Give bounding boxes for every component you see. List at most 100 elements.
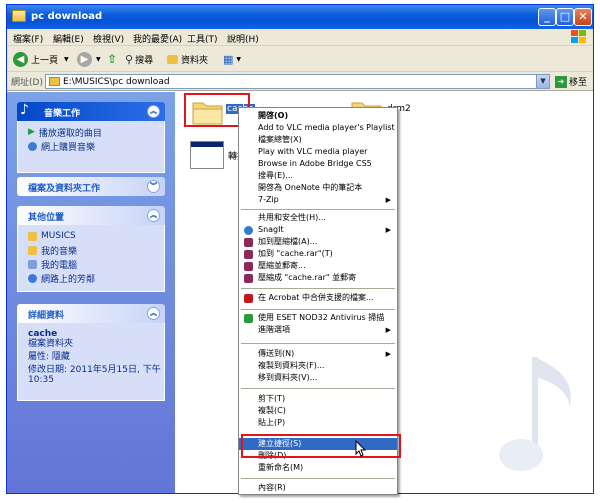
menu-item-send-to[interactable]: 傳送到(N) ▶ <box>239 348 397 360</box>
menu-favorites[interactable]: 我的最愛(A) <box>133 32 182 45</box>
menu-item-add-archive[interactable]: 加到壓縮檔(A)... <box>239 236 397 248</box>
place-label: MUSICS <box>41 231 76 241</box>
annotation-box-create-shortcut <box>241 434 401 458</box>
place-network[interactable]: 網路上的芳鄰 <box>28 271 164 285</box>
menu-file[interactable]: 檔案(F) <box>13 32 43 45</box>
forward-dropdown-icon[interactable]: ▼ <box>96 56 101 63</box>
menu-item-copy-to[interactable]: 複製到資料夾(F)... <box>239 360 397 372</box>
menu-item-compress-rar-email[interactable]: 壓縮成 "cache.rar" 並郵寄 <box>239 272 397 284</box>
menu-item-onenote[interactable]: 開啓為 OneNote 中的筆記本 <box>239 182 397 194</box>
folder-icon <box>49 77 60 86</box>
place-musics[interactable]: MUSICS <box>28 229 164 243</box>
mouse-cursor-icon <box>355 440 367 457</box>
folder-icon <box>12 10 26 22</box>
file-tasks-header[interactable]: 檔案及資料夾工作 ︾ <box>17 177 165 196</box>
go-arrow-icon: ➜ <box>555 75 567 88</box>
maximize-button[interactable]: □ <box>556 8 574 26</box>
task-buy-music[interactable]: 網上購買音樂 <box>28 139 164 153</box>
close-button[interactable]: ✕ <box>574 8 592 26</box>
up-folder-icon: ⇧ <box>107 52 118 66</box>
menu-item-compress-email[interactable]: 壓縮並郵寄... <box>239 260 397 272</box>
music-folder-icon <box>28 245 37 255</box>
menu-label: 開啓(O) <box>258 111 289 120</box>
acrobat-icon <box>244 294 253 303</box>
views-dropdown-icon: ▼ <box>236 55 242 63</box>
up-folder-button[interactable]: ⇧ <box>107 51 117 67</box>
search-button[interactable]: ⚲ 搜尋 <box>125 51 153 67</box>
menu-label: 複製(C) <box>258 406 286 415</box>
menu-separator <box>241 478 395 479</box>
views-button[interactable]: ▦ ▼ <box>223 51 241 67</box>
music-tasks-title: 音樂工作 <box>44 109 81 119</box>
go-button[interactable]: ➜ 移至 <box>555 75 587 88</box>
back-dropdown-icon[interactable]: ▼ <box>64 56 69 63</box>
menu-tools[interactable]: 工具(T) <box>187 32 218 45</box>
winrar-icon <box>244 238 253 247</box>
menu-item-search[interactable]: 搜尋(E)... <box>239 170 397 182</box>
minimize-button[interactable]: _ <box>538 8 556 26</box>
place-my-music[interactable]: 我的音樂 <box>28 243 164 257</box>
collapse-chevron-icon[interactable]: ︽ <box>147 307 160 320</box>
menu-label: 7-Zip <box>258 195 279 204</box>
details-body: cache 檔案資料夾 屬性: 隱藏 修改日期: 2011年5月15日, 下午 … <box>17 323 165 401</box>
menu-label: 加到 "cache.rar"(T) <box>258 249 333 258</box>
menu-label: 加到壓縮檔(A)... <box>258 237 318 246</box>
forward-arrow-icon: ▶ <box>77 51 92 67</box>
menu-item-add-cache-rar[interactable]: 加到 "cache.rar"(T) <box>239 248 397 260</box>
menu-item-rename[interactable]: 重新命名(M) <box>239 462 397 474</box>
menu-item-snagit[interactable]: SnagIt ▶ <box>239 224 397 236</box>
menu-item-7zip[interactable]: 7-Zip ▶ <box>239 194 397 206</box>
menu-label: 重新命名(M) <box>258 463 304 472</box>
address-input[interactable]: E:\MUSICS\pc download ▼ <box>45 74 550 89</box>
task-play-selected[interactable]: ▶ 播放選取的曲目 <box>28 125 164 139</box>
expand-chevron-icon[interactable]: ︾ <box>147 180 160 193</box>
folders-icon <box>167 54 178 64</box>
menu-item-copy[interactable]: 複製(C) <box>239 405 397 417</box>
details-header[interactable]: 詳細資料 ︽ <box>17 304 165 323</box>
place-label: 網路上的芳鄰 <box>41 274 96 285</box>
menu-label: 檔案總管(X) <box>258 135 302 144</box>
menu-label: 複製到資料夾(F)... <box>258 361 325 370</box>
menu-item-explorer[interactable]: 檔案總管(X) <box>239 134 397 146</box>
back-button[interactable]: ◀ 上一頁 ▼ <box>13 51 69 67</box>
menu-bar: 檔案(F) 編輯(E) 檢視(V) 我的最愛(A) 工具(T) 說明(H) <box>7 29 593 46</box>
menu-item-advanced[interactable]: 進階選項 ▶ <box>239 324 397 336</box>
menu-item-eset-scan[interactable]: 使用 ESET NOD32 Antivirus 掃描 <box>239 312 397 324</box>
menu-item-paste[interactable]: 貼上(P) <box>239 417 397 429</box>
menu-edit[interactable]: 編輯(E) <box>53 32 84 45</box>
snagit-icon <box>244 226 253 235</box>
menu-item-sharing[interactable]: 共用和安全性(H)... <box>239 212 397 224</box>
menu-label: 內容(R) <box>258 483 286 492</box>
back-arrow-icon: ◀ <box>13 51 28 67</box>
search-label: 搜尋 <box>135 55 154 66</box>
file-tasks-title: 檔案及資料夾工作 <box>28 184 101 194</box>
other-places-title: 其他位置 <box>28 213 65 223</box>
menu-item-move-to[interactable]: 移到資料夾(V)... <box>239 372 397 384</box>
place-my-computer[interactable]: 我的電腦 <box>28 257 164 271</box>
music-note-icon: ♪ <box>20 102 29 118</box>
menu-item-acrobat-combine[interactable]: 在 Acrobat 中合併支援的檔案... <box>239 292 397 304</box>
folders-button[interactable]: 資料夾 <box>167 51 208 67</box>
other-places-header[interactable]: 其他位置 ︽ <box>17 206 165 225</box>
forward-button[interactable]: ▶ ▼ <box>77 51 101 67</box>
menu-item-cut[interactable]: 剪下(T) <box>239 393 397 405</box>
menu-item-properties[interactable]: 內容(R) <box>239 482 397 494</box>
collapse-chevron-icon[interactable]: ︽ <box>147 209 160 222</box>
menu-help[interactable]: 說明(H) <box>227 32 259 45</box>
globe-icon <box>28 141 37 151</box>
menu-view[interactable]: 檢視(V) <box>93 32 124 45</box>
details-type: 檔案資料夾 <box>28 339 74 349</box>
menu-separator <box>241 343 395 344</box>
menu-item-bridge[interactable]: Browse in Adobe Bridge CS5 <box>239 158 397 170</box>
title-bar[interactable]: pc download _ □ ✕ <box>7 5 593 29</box>
address-dropdown-icon[interactable]: ▼ <box>536 75 549 88</box>
music-tasks-header[interactable]: 音樂工作 ♪ ︽ <box>17 102 165 121</box>
back-label: 上一頁 <box>31 55 59 66</box>
collapse-chevron-icon[interactable]: ︽ <box>147 105 160 118</box>
menu-separator <box>241 309 395 310</box>
menu-item-vlc-play[interactable]: Play with VLC media player <box>239 146 397 158</box>
go-label: 移至 <box>569 78 588 88</box>
file-tasks-panel: 檔案及資料夾工作 ︾ <box>17 177 165 196</box>
menu-item-vlc-playlist[interactable]: Add to VLC media player's Playlist <box>239 122 397 134</box>
menu-item-open[interactable]: 開啓(O) <box>239 110 397 122</box>
